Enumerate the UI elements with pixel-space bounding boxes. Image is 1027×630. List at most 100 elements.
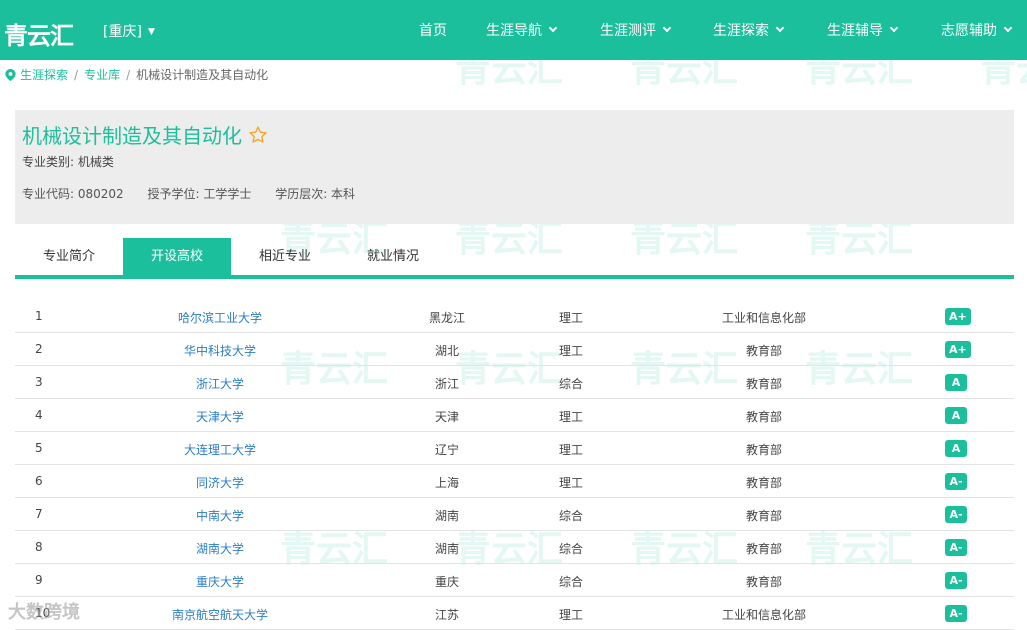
- province: 江苏: [434, 608, 459, 622]
- grade-badge: A-: [945, 539, 967, 556]
- row-index: 5: [35, 441, 43, 455]
- site-logo[interactable]: 青云汇: [4, 16, 74, 51]
- city-selector[interactable]: [重庆] ▼: [103, 21, 155, 41]
- table-row: 8 湖南大学 湖南 综合 教育部 A-: [15, 531, 1014, 564]
- major-meta: 专业代码: 080202 授予学位: 工学学士 学历层次: 本科: [22, 185, 375, 202]
- province: 天津: [434, 410, 459, 424]
- table-row: 6 同济大学 上海 理工 教育部 A-: [15, 465, 1014, 498]
- table-row: 7 中南大学 湖南 综合 教育部 A-: [15, 498, 1014, 531]
- grade-badge: A-: [945, 572, 967, 589]
- university-link[interactable]: 浙江大学: [115, 375, 325, 392]
- school-type: 综合: [558, 509, 583, 523]
- city-label: [重庆]: [103, 24, 142, 40]
- row-index: 4: [35, 408, 43, 422]
- grade-badge: A: [945, 407, 967, 424]
- school-type: 理工: [558, 344, 583, 358]
- table-row: 3 浙江大学 浙江 综合 教育部 A: [15, 366, 1014, 399]
- location-pin-icon: [5, 68, 16, 81]
- department: 教育部: [745, 542, 782, 556]
- university-table: 1 哈尔滨工业大学 黑龙江 理工 工业和信息化部 A+ 2 华中科技大学 湖北 …: [15, 300, 1014, 630]
- grade-badge: A-: [945, 473, 967, 490]
- tab-introduction[interactable]: 专业简介: [15, 238, 123, 275]
- breadcrumb-separator: /: [74, 67, 79, 82]
- province: 湖南: [434, 509, 459, 523]
- grade-badge: A-: [945, 605, 967, 622]
- university-link[interactable]: 天津大学: [115, 408, 325, 425]
- school-type: 理工: [558, 410, 583, 424]
- university-link[interactable]: 大连理工大学: [115, 441, 325, 458]
- province: 湖南: [434, 542, 459, 556]
- university-link[interactable]: 南京航空航天大学: [115, 606, 325, 623]
- university-link[interactable]: 华中科技大学: [115, 342, 325, 359]
- grade-badge: A: [945, 374, 967, 391]
- province: 湖北: [434, 344, 459, 358]
- breadcrumb-major-library[interactable]: 专业库: [84, 66, 120, 83]
- corner-watermark: 大数跨境: [8, 602, 80, 623]
- grade-badge: A-: [945, 506, 967, 523]
- department: 教育部: [745, 476, 782, 490]
- nav-home[interactable]: 首页: [419, 0, 447, 60]
- department: 教育部: [745, 443, 782, 457]
- nav-career-explore[interactable]: 生涯探索: [713, 0, 785, 60]
- top-navbar: 青云汇 [重庆] ▼ 首页 生涯导航 生涯测评 生涯探索 生涯辅导 志愿辅助: [0, 0, 1027, 60]
- province: 重庆: [434, 575, 459, 589]
- major-header: 机械设计制造及其自动化 专业类别: 机械类 专业代码: 080202 授予学位:…: [15, 110, 1014, 224]
- tab-bar: 专业简介 开设高校 相近专业 就业情况: [15, 238, 1014, 279]
- row-index: 2: [35, 342, 43, 356]
- row-index: 3: [35, 375, 43, 389]
- table-row: 1 哈尔滨工业大学 黑龙江 理工 工业和信息化部 A+: [15, 300, 1014, 333]
- university-link[interactable]: 重庆大学: [115, 573, 325, 590]
- department: 教育部: [745, 575, 782, 589]
- university-link[interactable]: 湖南大学: [115, 540, 325, 557]
- university-link[interactable]: 中南大学: [115, 507, 325, 524]
- nav-career-coaching[interactable]: 生涯辅导: [827, 0, 899, 60]
- province: 辽宁: [434, 443, 459, 457]
- department: 教育部: [745, 344, 782, 358]
- school-type: 理工: [558, 443, 583, 457]
- school-type: 理工: [558, 608, 583, 622]
- chevron-down-icon: [548, 23, 558, 33]
- department: 教育部: [745, 410, 782, 424]
- tab-related-majors[interactable]: 相近专业: [231, 238, 339, 275]
- row-index: 1: [35, 309, 43, 323]
- table-row: 9 重庆大学 重庆 综合 教育部 A-: [15, 564, 1014, 597]
- school-type: 理工: [558, 476, 583, 490]
- table-row: 2 华中科技大学 湖北 理工 教育部 A+: [15, 333, 1014, 366]
- grade-badge: A: [945, 440, 967, 457]
- breadcrumb: 生涯探索 / 专业库 / 机械设计制造及其自动化: [5, 66, 268, 83]
- table-row: 10 南京航空航天大学 江苏 理工 工业和信息化部 A-: [15, 597, 1014, 630]
- province: 黑龙江: [428, 311, 465, 325]
- chevron-down-icon: [1003, 23, 1013, 33]
- department: 工业和信息化部: [721, 311, 806, 325]
- chevron-down-icon: [889, 23, 899, 33]
- chevron-down-icon: [775, 23, 785, 33]
- tab-employment[interactable]: 就业情况: [339, 238, 447, 275]
- nav-application-assist[interactable]: 志愿辅助: [941, 0, 1013, 60]
- major-code: 专业代码: 080202: [22, 187, 124, 201]
- province: 浙江: [434, 377, 459, 391]
- school-type: 综合: [558, 542, 583, 556]
- caret-down-icon: ▼: [147, 27, 155, 37]
- province: 上海: [434, 476, 459, 490]
- chevron-down-icon: [662, 23, 672, 33]
- row-index: 7: [35, 507, 43, 521]
- school-type: 综合: [558, 377, 583, 391]
- row-index: 6: [35, 474, 43, 488]
- breadcrumb-current: 机械设计制造及其自动化: [136, 68, 269, 82]
- row-index: 9: [35, 573, 43, 587]
- table-row: 5 大连理工大学 辽宁 理工 教育部 A: [15, 432, 1014, 465]
- tab-universities[interactable]: 开设高校: [123, 238, 231, 275]
- major-level: 学历层次: 本科: [275, 187, 356, 201]
- university-link[interactable]: 哈尔滨工业大学: [115, 309, 325, 326]
- nav-career-guide[interactable]: 生涯导航: [486, 0, 558, 60]
- nav-career-assessment[interactable]: 生涯测评: [600, 0, 672, 60]
- department: 教育部: [745, 509, 782, 523]
- page-title: 机械设计制造及其自动化: [22, 120, 268, 149]
- favorite-star-icon[interactable]: [248, 125, 268, 145]
- table-row: 4 天津大学 天津 理工 教育部 A: [15, 399, 1014, 432]
- department: 教育部: [745, 377, 782, 391]
- grade-badge: A+: [945, 308, 971, 325]
- school-type: 综合: [558, 575, 583, 589]
- university-link[interactable]: 同济大学: [115, 474, 325, 491]
- breadcrumb-career-explore[interactable]: 生涯探索: [20, 66, 68, 83]
